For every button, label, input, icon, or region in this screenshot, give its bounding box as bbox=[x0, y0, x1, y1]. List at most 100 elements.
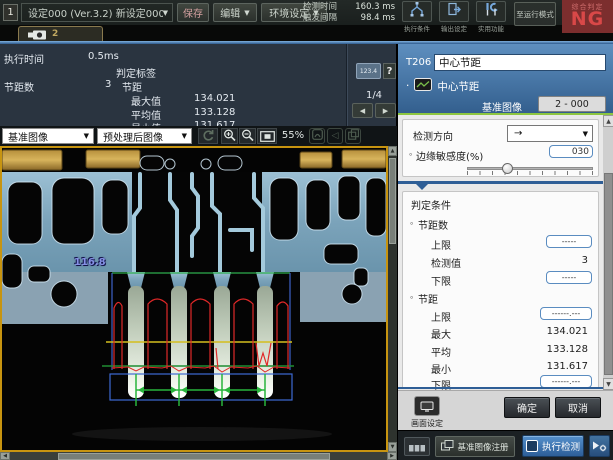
chevron-down-icon: ▼ bbox=[163, 9, 168, 17]
chevron-down-icon: ▼ bbox=[84, 132, 89, 140]
prev-page-button[interactable]: ◀ bbox=[352, 103, 373, 118]
flow-branch-icon bbox=[409, 2, 425, 21]
scroll-up-button[interactable]: ▲ bbox=[388, 146, 397, 156]
screen-setting-label: 画面设定 bbox=[402, 418, 452, 429]
step-back-button[interactable]: ◁ bbox=[327, 128, 343, 144]
run-mode-button[interactable]: 至运行模式 bbox=[514, 2, 556, 26]
slider-thumb[interactable] bbox=[502, 163, 513, 174]
zoom-in-button[interactable] bbox=[221, 128, 238, 144]
upper-limit-input[interactable] bbox=[540, 307, 592, 320]
exec-condition-button[interactable] bbox=[402, 1, 432, 22]
vision-system-window: 1 设定000 (Ver.3.2) 新设定000 ▼ 保存 编辑 ▼ 环境设定 … bbox=[0, 0, 613, 460]
min-value: 131.617 bbox=[547, 361, 588, 372]
utility-button[interactable] bbox=[476, 1, 506, 22]
output-setting-button[interactable] bbox=[439, 1, 469, 22]
right-arrow-icon: ▶ bbox=[383, 107, 388, 115]
max-value: 134.021 bbox=[547, 326, 588, 337]
utility-label: 实用功能 bbox=[471, 23, 511, 33]
tool-name-input[interactable] bbox=[434, 54, 606, 71]
image-source-select[interactable]: 基准图像 ▼ bbox=[2, 128, 94, 144]
slider-track[interactable] bbox=[467, 167, 593, 170]
bottom-action-bar: 基准图像注册 执行检测 bbox=[398, 430, 613, 460]
help-button[interactable]: ? bbox=[383, 63, 396, 79]
refresh-icon bbox=[201, 127, 215, 146]
display-mode-select[interactable]: 预处理后图像 ▼ bbox=[97, 128, 192, 144]
tool-tree-item[interactable]: · 中心节距 bbox=[406, 78, 479, 94]
overall-judgement-panel: 综合判定 NG bbox=[562, 0, 613, 33]
section-separator bbox=[398, 181, 603, 191]
settings-scroll-up[interactable]: ▲ bbox=[603, 115, 613, 127]
slider-ticks bbox=[467, 171, 593, 175]
up-arrow-icon: ▲ bbox=[606, 118, 611, 125]
v-scroll-thumb[interactable] bbox=[389, 158, 396, 244]
chevron-left-icon: ◁ bbox=[332, 131, 339, 141]
group-title: 节距数 bbox=[418, 217, 448, 232]
scroll-right-button[interactable]: ▶ bbox=[387, 452, 397, 460]
run-options-button[interactable] bbox=[589, 435, 610, 457]
virtual-keypad-button[interactable] bbox=[404, 437, 430, 456]
next-page-button[interactable]: ▶ bbox=[375, 103, 396, 118]
zoom-level: 55% bbox=[279, 130, 307, 141]
group-title: 节距 bbox=[418, 291, 438, 306]
dot-bullet: · bbox=[406, 80, 409, 92]
exec-time-label: 执行时间 bbox=[4, 51, 44, 66]
document-output-icon bbox=[446, 2, 462, 21]
settings-header: T206 · 中心节距 基准图像 2 - 000 bbox=[398, 44, 613, 113]
settings-scroll-down[interactable]: ▼ bbox=[603, 378, 613, 390]
chevron-down-icon: ▼ bbox=[244, 9, 249, 17]
left-arrow-icon: ◀ bbox=[3, 453, 7, 459]
right-arrow-icon: ▶ bbox=[390, 453, 394, 459]
viewer-horizontal-scrollbar[interactable]: ◀ ▶ bbox=[0, 452, 397, 460]
settings-footer: 画面设定 确定 取消 bbox=[398, 390, 613, 430]
measurement-overlay-label: 116.8 bbox=[74, 257, 106, 268]
sensitivity-input[interactable] bbox=[549, 145, 593, 158]
h-scroll-thumb[interactable] bbox=[58, 453, 330, 460]
numeric-display-button[interactable]: 123.4 bbox=[356, 63, 381, 79]
save-button[interactable]: 保存 bbox=[177, 3, 209, 22]
direction-select[interactable]: → ▼ bbox=[507, 125, 593, 142]
pitch-label: 节距 bbox=[122, 79, 142, 94]
overlapping-squares-icon bbox=[348, 129, 359, 143]
register-ref-image-button[interactable]: 基准图像注册 bbox=[435, 436, 515, 457]
program-title-dropdown[interactable]: 设定000 (Ver.3.2) 新设定000 ▼ bbox=[21, 3, 173, 22]
upper-limit-input[interactable] bbox=[546, 235, 592, 248]
tool-settings-panel: T206 · 中心节距 基准图像 2 - 000 检测方向 → ▼ ∘ bbox=[397, 44, 613, 460]
ok-button[interactable]: 确定 bbox=[504, 397, 550, 418]
cancel-button[interactable]: 取消 bbox=[555, 397, 601, 418]
exec-condition-label: 执行条件 bbox=[397, 23, 437, 33]
screen-setting-button[interactable] bbox=[414, 396, 440, 416]
left-arrow-icon: ◀ bbox=[360, 107, 365, 115]
lower-limit-input[interactable] bbox=[546, 271, 592, 284]
viewer-vertical-scrollbar[interactable]: ▲ ▼ bbox=[388, 146, 397, 452]
trigger-interval-label: 触发间隔 bbox=[303, 13, 337, 24]
ref-image-button[interactable]: 2 - 000 bbox=[538, 96, 606, 112]
prev-image-button[interactable] bbox=[309, 128, 325, 144]
zoom-out-button[interactable] bbox=[239, 128, 256, 144]
fit-screen-icon bbox=[260, 127, 275, 146]
compare-images-button[interactable] bbox=[345, 128, 361, 144]
row-label: 最小 bbox=[431, 361, 451, 376]
down-arrow-icon: ▼ bbox=[606, 381, 611, 388]
camera-tab[interactable]: 2 bbox=[18, 26, 103, 41]
scroll-down-button[interactable]: ▼ bbox=[388, 442, 397, 452]
row-label: 上限 bbox=[431, 309, 451, 324]
image-viewer[interactable]: 116.8 bbox=[0, 146, 388, 452]
viewer-toolbar: 基准图像 ▼ 预处理后图像 ▼ 55% bbox=[0, 126, 397, 146]
panel-divider bbox=[346, 44, 348, 126]
down-arrow-icon: ▼ bbox=[391, 444, 395, 450]
edit-menu-button[interactable]: 编辑 ▼ bbox=[213, 3, 257, 22]
refresh-button[interactable] bbox=[198, 128, 218, 144]
settings-scrollbar[interactable]: ▲ ▼ bbox=[603, 115, 613, 390]
tools-icon bbox=[483, 2, 499, 21]
inspection-image bbox=[2, 148, 386, 450]
run-detection-button[interactable]: 执行检测 bbox=[522, 435, 584, 457]
fit-to-screen-button[interactable] bbox=[257, 128, 277, 144]
avg-value: 133.128 bbox=[547, 344, 588, 355]
direction-label: 检测方向 bbox=[413, 128, 453, 143]
scroll-left-button[interactable]: ◀ bbox=[0, 452, 10, 460]
row-label: 下限 bbox=[431, 273, 451, 288]
register-image-icon bbox=[441, 440, 454, 454]
zoom-in-icon bbox=[223, 127, 236, 146]
settings-scroll-thumb[interactable] bbox=[604, 173, 613, 375]
sensitivity-slider[interactable] bbox=[465, 163, 595, 177]
